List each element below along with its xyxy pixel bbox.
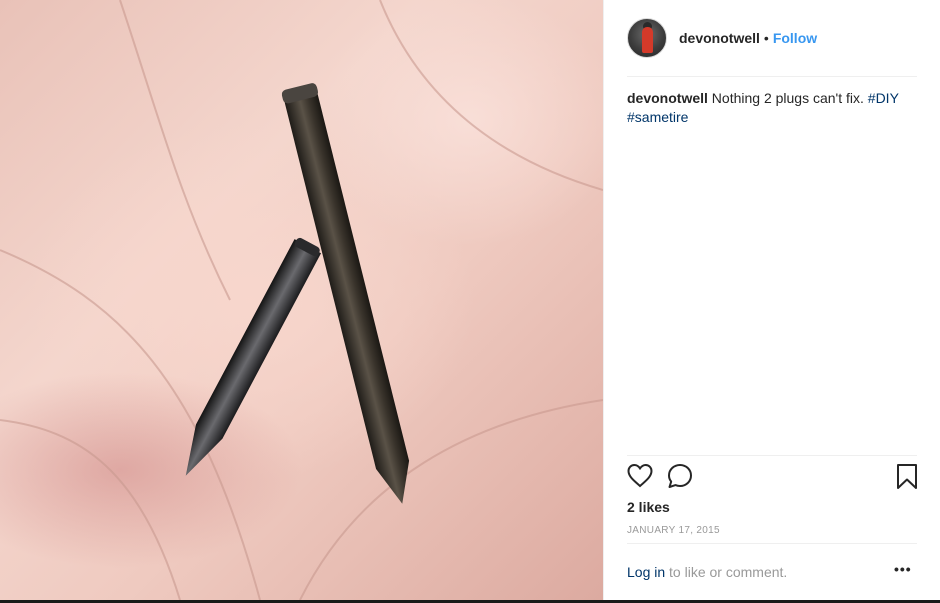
action-bar bbox=[627, 463, 919, 493]
caption-username[interactable]: devonotwell bbox=[627, 90, 708, 106]
actions-divider bbox=[627, 455, 917, 456]
avatar-figure bbox=[642, 27, 653, 53]
login-prompt: Log in to like or comment. bbox=[627, 564, 787, 580]
post-photo[interactable] bbox=[0, 0, 603, 600]
post-caption: devonotwell Nothing 2 plugs can't fix. #… bbox=[627, 89, 917, 127]
heart-icon[interactable] bbox=[627, 463, 653, 489]
likes-count[interactable]: 2 likes bbox=[627, 499, 670, 515]
header-separator: • bbox=[763, 30, 769, 46]
footer-divider bbox=[627, 543, 917, 544]
caption-text: Nothing 2 plugs can't fix. bbox=[711, 90, 864, 106]
post-dialog: devonotwell • Follow devonotwell Nothing… bbox=[0, 0, 940, 600]
tire-plugs-photo bbox=[0, 0, 603, 600]
follow-button[interactable]: Follow bbox=[773, 30, 817, 46]
login-link[interactable]: Log in bbox=[627, 564, 665, 580]
post-date: JANUARY 17, 2015 bbox=[627, 525, 720, 536]
bookmark-icon[interactable] bbox=[895, 463, 919, 491]
avatar[interactable] bbox=[627, 18, 667, 58]
header-divider bbox=[627, 76, 917, 77]
login-text: to like or comment. bbox=[665, 564, 788, 580]
hashtag-diy[interactable]: #DIY bbox=[868, 90, 899, 106]
more-options-icon[interactable]: ••• bbox=[894, 561, 912, 577]
post-sidebar: devonotwell • Follow devonotwell Nothing… bbox=[603, 0, 940, 600]
hashtag-sametire[interactable]: #sametire bbox=[627, 109, 688, 125]
comment-icon[interactable] bbox=[667, 463, 693, 489]
post-header: devonotwell • Follow bbox=[627, 17, 917, 59]
header-username[interactable]: devonotwell bbox=[679, 30, 760, 46]
